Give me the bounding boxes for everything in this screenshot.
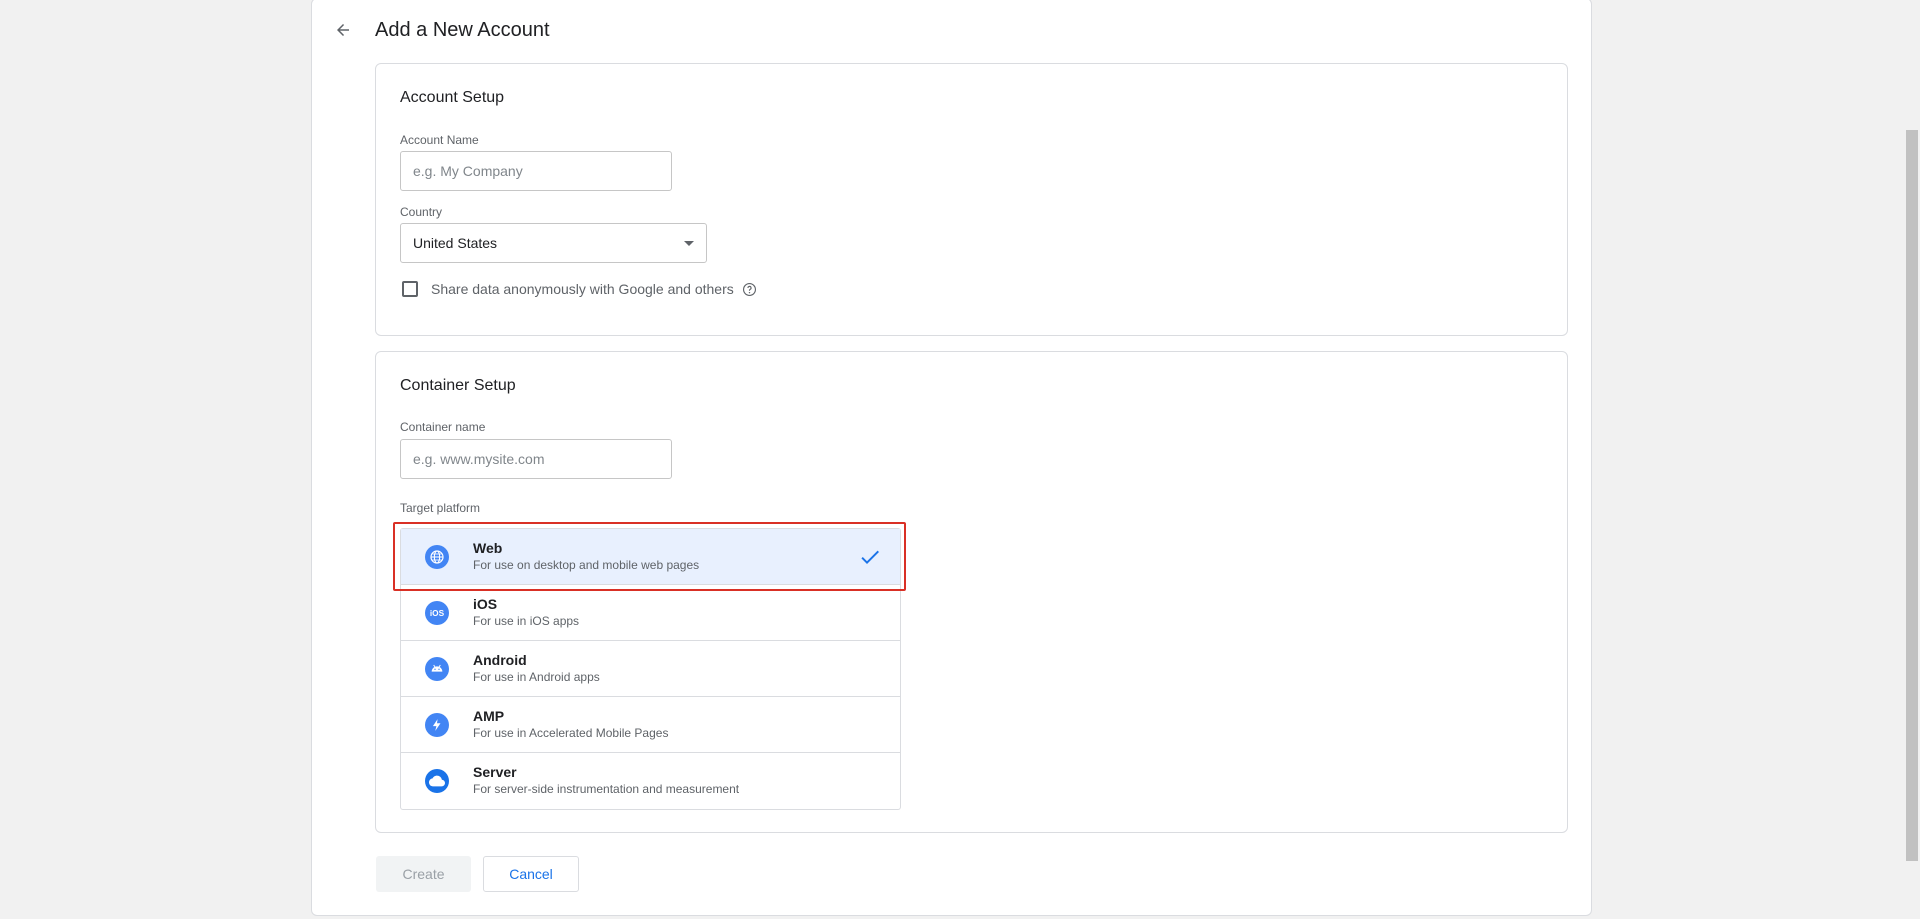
platform-description: For server-side instrumentation and meas… xyxy=(473,782,740,796)
cloud-icon xyxy=(425,769,449,793)
platform-name: AMP xyxy=(473,708,505,724)
platform-list: Web For use on desktop and mobile web pa… xyxy=(400,528,901,810)
checkmark-icon xyxy=(858,545,882,574)
ios-icon: iOS xyxy=(425,601,449,625)
container-setup-title: Container Setup xyxy=(400,377,516,394)
platform-description: For use in Android apps xyxy=(473,670,600,684)
country-select[interactable]: United States xyxy=(400,223,707,263)
create-button[interactable]: Create xyxy=(376,856,471,892)
platform-option-ios[interactable]: iOS iOS For use in iOS apps xyxy=(401,585,900,641)
country-select-value: United States xyxy=(413,235,498,251)
platform-name: Android xyxy=(473,652,527,668)
platform-description: For use in Accelerated Mobile Pages xyxy=(473,726,669,740)
container-name-label: Container name xyxy=(400,420,486,434)
cancel-button[interactable]: Cancel xyxy=(483,856,579,892)
share-data-label: Share data anonymously with Google and o… xyxy=(431,281,734,297)
platform-option-web[interactable]: Web For use on desktop and mobile web pa… xyxy=(401,529,900,585)
container-name-input[interactable] xyxy=(400,439,672,479)
container-setup-card: Container Setup Container name Target pl… xyxy=(375,351,1568,833)
back-arrow-icon[interactable] xyxy=(331,18,355,42)
platform-name: Web xyxy=(473,540,503,556)
scrollbar-thumb[interactable] xyxy=(1906,130,1918,861)
country-label: Country xyxy=(400,205,443,219)
account-setup-card: Account Setup Account Name Country Unite… xyxy=(375,63,1568,336)
account-setup-title: Account Setup xyxy=(400,89,505,106)
platform-description: For use on desktop and mobile web pages xyxy=(473,558,700,572)
android-icon xyxy=(425,657,449,681)
account-name-label: Account Name xyxy=(400,133,479,147)
platform-option-server[interactable]: Server For server-side instrumentation a… xyxy=(401,753,900,809)
svg-text:iOS: iOS xyxy=(430,609,445,618)
share-data-checkbox[interactable] xyxy=(402,281,418,297)
platform-name: Server xyxy=(473,764,517,780)
platform-option-amp[interactable]: AMP For use in Accelerated Mobile Pages xyxy=(401,697,900,753)
globe-icon xyxy=(425,545,449,569)
account-name-input[interactable] xyxy=(400,151,672,191)
page-title: Add a New Account xyxy=(375,19,550,41)
amp-bolt-icon xyxy=(425,713,449,737)
target-platform-label: Target platform xyxy=(400,501,481,515)
platform-description: For use in iOS apps xyxy=(473,614,580,628)
dropdown-arrow-icon xyxy=(684,241,694,246)
platform-name: iOS xyxy=(473,596,498,612)
share-data-row: Share data anonymously with Google and o… xyxy=(402,281,757,297)
platform-option-android[interactable]: Android For use in Android apps xyxy=(401,641,900,697)
help-icon[interactable] xyxy=(742,282,757,297)
